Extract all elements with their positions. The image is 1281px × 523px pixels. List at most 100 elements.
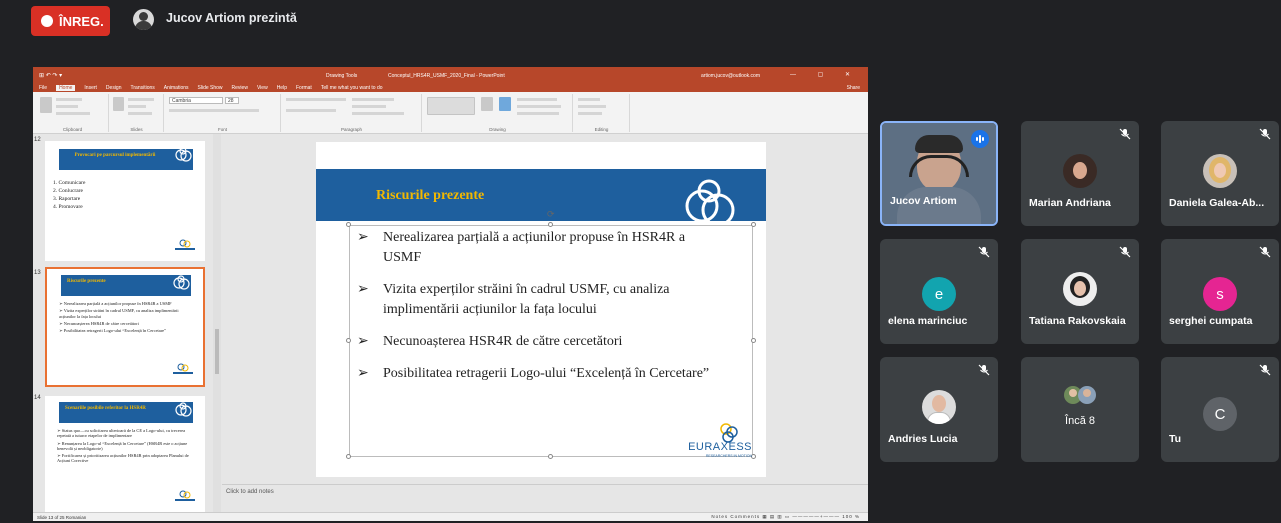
euraxess-logo-icon: [175, 239, 195, 250]
thumbnail-scrollbar[interactable]: [213, 134, 221, 512]
bullet-item: ➢ Nerealizarea parțială a acțiunilor prop…: [357, 230, 686, 265]
status-right[interactable]: Notes Comments ▦ ▤ ▥ ▭ —————+——— 100 %: [711, 514, 860, 520]
participant-tile[interactable]: Andries Lucia: [880, 357, 998, 462]
participant-initial-avatar: C: [1203, 397, 1237, 431]
resize-handle[interactable]: [346, 222, 351, 227]
share-button[interactable]: Share: [847, 85, 860, 91]
thumb-number: 12: [34, 137, 41, 143]
ribbon: Clipboard Slides Cambria 28 Font Paragra…: [33, 92, 868, 134]
more-participants-label: Încă 8: [1065, 415, 1095, 427]
ppt-title-bar: ⊞ ↶ ↷ ▾ Drawing Tools Conceptul_HRS4R_US…: [33, 67, 868, 83]
recording-badge[interactable]: ÎNREG.: [31, 6, 110, 36]
thumb-item: 2. Conlucrare: [53, 188, 83, 194]
participant-name: Jucov Artiom: [890, 195, 957, 207]
resize-handle[interactable]: [751, 338, 756, 343]
participant-tile[interactable]: s serghei cumpata: [1161, 239, 1279, 344]
euraxess-logo: EURAXESS RESEARCHERS IN MOTION: [682, 422, 752, 462]
ribbon-tab[interactable]: Tell me what you want to do: [321, 85, 383, 91]
thumb-item: ➢ Fortificarea și prioritizarea acțiunil…: [57, 453, 189, 464]
thumb-item: ➢ Status quo—cu solicitarea ulterioară d…: [57, 428, 186, 439]
participant-tile[interactable]: e elena marinciuc: [880, 239, 998, 344]
resize-handle[interactable]: [548, 454, 553, 459]
paste-icon[interactable]: [40, 97, 52, 113]
group-label: Slides: [130, 127, 143, 132]
quick-access-toolbar[interactable]: ⊞ ↶ ↷ ▾: [39, 72, 62, 79]
participant-tile[interactable]: Daniela Galea-Ab...: [1161, 121, 1279, 226]
resize-handle[interactable]: [346, 454, 351, 459]
participant-name: elena marinciuc: [888, 315, 968, 327]
ribbon-tab[interactable]: Format: [296, 85, 312, 91]
thumb-number: 14: [34, 395, 41, 401]
ribbon-tab[interactable]: View: [257, 85, 268, 91]
group-label: Font: [217, 127, 227, 132]
bullet-item: ➢ Necunoașterea HSR4R de către cercetător…: [357, 334, 623, 349]
shapes-gallery[interactable]: [427, 97, 475, 115]
participant-name: Daniela Galea-Ab...: [1169, 197, 1265, 209]
bullet-item: ➢ Vizita experților străini în cadrul USM…: [357, 282, 670, 317]
drawing-group: Drawing: [423, 94, 573, 132]
ribbon-tab[interactable]: Review: [232, 85, 248, 91]
thumb-item: ➢ Vizita experților străini în cadrul US…: [59, 308, 179, 319]
ribbon-tab[interactable]: Slide Show: [198, 85, 223, 91]
thumb-item: 4. Promovare: [53, 204, 83, 210]
speaking-indicator-icon: [971, 130, 989, 148]
ribbon-tab[interactable]: Design: [106, 85, 122, 91]
arrange-icon[interactable]: [481, 97, 493, 111]
font-name-box[interactable]: Cambria: [169, 97, 223, 104]
paragraph-group: Paragraph: [282, 94, 422, 132]
account-name: artiom.jucov@outlook.com: [701, 73, 760, 79]
resize-handle[interactable]: [346, 338, 351, 343]
thumb-item: 1. Comunicare: [53, 180, 86, 186]
ribbon-tab[interactable]: Transitions: [131, 85, 155, 91]
participant-initial-avatar: s: [1203, 277, 1237, 311]
participant-tile-more[interactable]: Încă 8: [1021, 357, 1139, 462]
participant-name: Tu: [1169, 433, 1182, 445]
ribbon-tab[interactable]: File: [39, 85, 47, 91]
slide-thumbnail-12[interactable]: Provocari pe parcursul implementării 1. …: [45, 141, 205, 261]
group-label: Paragraph: [340, 127, 362, 132]
rotate-handle-icon[interactable]: ⟳: [547, 209, 555, 220]
euraxess-rings-icon: [175, 402, 192, 417]
presenter-avatar: [133, 9, 154, 30]
participant-tile[interactable]: Tatiana Rakovskaia: [1021, 239, 1139, 344]
quick-styles-icon[interactable]: [499, 97, 511, 111]
resize-handle[interactable]: [751, 222, 756, 227]
group-label: Drawing: [489, 127, 506, 132]
font-size-box[interactable]: 28: [225, 97, 239, 104]
thumb-item: ➢ Renunțarea la Logo-ul “Excelență în Ce…: [57, 440, 188, 451]
euraxess-logo-icon: [175, 490, 195, 501]
muted-mic-icon: [1119, 128, 1131, 140]
group-label: Clipboard: [62, 127, 83, 132]
ribbon-tab[interactable]: Help: [277, 85, 287, 91]
slide-bullets: ➢ Nerealizarea parțială a acțiunilor prop…: [356, 228, 726, 396]
slide-thumbnail-13[interactable]: Riscurile prezente ➢ Nerealizarea parția…: [45, 267, 205, 387]
participant-name: Andries Lucia: [888, 433, 958, 445]
ribbon-tabs: File Home Insert Design Transitions Animation…: [33, 83, 868, 92]
status-left: Slide 13 of 25 Romanian: [37, 514, 87, 520]
muted-mic-icon: [978, 246, 990, 258]
current-slide[interactable]: Riscurile prezente ⟳ ➢ Nerealizarea parți…: [316, 142, 766, 477]
participant-tile[interactable]: Marian Andriana: [1021, 121, 1139, 226]
status-bar: Slide 13 of 25 Romanian Notes Comments ▦…: [33, 512, 868, 521]
ribbon-tab[interactable]: Home: [56, 84, 76, 91]
ribbon-tab[interactable]: Animations: [164, 85, 189, 91]
euraxess-rings-icon: [685, 179, 735, 227]
thumb-item: ➢ Necunoașterea HSR4R de către cercetăto…: [59, 320, 139, 326]
participant-tile[interactable]: Jucov Artiom: [880, 121, 998, 226]
slide-thumbnail-14[interactable]: Scenariile posibile referitor la HSR4R ➢…: [45, 396, 205, 512]
record-dot-icon: [41, 15, 53, 27]
shared-screen[interactable]: ⊞ ↶ ↷ ▾ Drawing Tools Conceptul_HRS4R_US…: [33, 67, 868, 521]
participant-tile-self[interactable]: C Tu: [1161, 357, 1279, 462]
resize-handle[interactable]: [548, 222, 553, 227]
new-slide-icon[interactable]: [113, 97, 124, 111]
muted-mic-icon: [978, 364, 990, 376]
muted-mic-icon: [1119, 246, 1131, 258]
notes-pane[interactable]: Click to add notes: [222, 484, 868, 504]
bullet-item: ➢ Posibilitatea retragerii Logo-ului “Exc…: [357, 366, 710, 381]
window-controls[interactable]: — ▢ ✕: [790, 71, 860, 78]
thumb-list: 1. Comunicare 2. Conlucrare 3. Raportare…: [53, 179, 85, 211]
thumb-item: 3. Raportare: [53, 196, 81, 202]
muted-mic-icon: [1259, 246, 1271, 258]
recording-label: ÎNREG.: [59, 13, 104, 29]
ribbon-tab[interactable]: Insert: [84, 85, 97, 91]
